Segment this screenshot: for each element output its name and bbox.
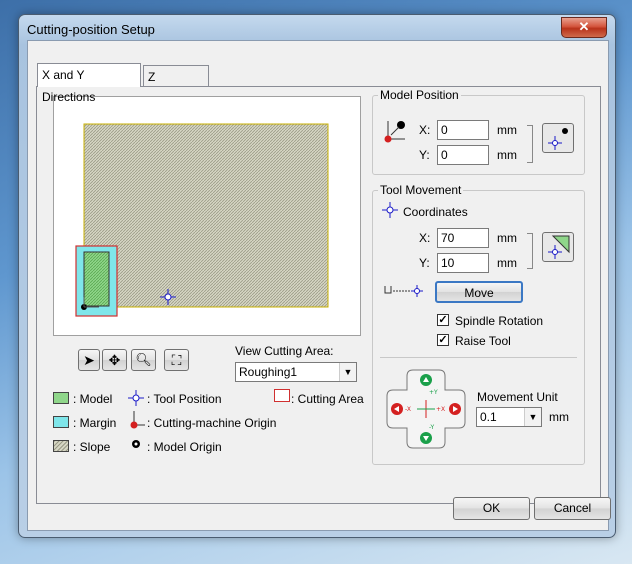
- bracket: [527, 233, 533, 269]
- view-cutting-area-label: View Cutting Area:: [235, 344, 334, 358]
- movement-unit-label: Movement Unit: [477, 390, 558, 404]
- zoom-tool-button[interactable]: 🔍︎: [131, 349, 156, 371]
- tool-x-input[interactable]: 70: [437, 228, 489, 248]
- legend-machine-origin: : Cutting-machine Origin: [147, 416, 277, 430]
- jog-pad[interactable]: +Y -Y -X +X: [385, 368, 467, 450]
- slope-swatch: [53, 440, 69, 452]
- tab-z-direction[interactable]: Z Direction: [143, 65, 209, 106]
- jog-down-label: -Y: [429, 424, 434, 431]
- view-cutting-area-select[interactable]: Roughing1 ▼: [235, 362, 357, 382]
- machine-origin-icon: [130, 411, 145, 429]
- separator: [380, 357, 577, 358]
- tool-movement-title: Tool Movement: [378, 183, 464, 197]
- tool-to-corner-icon: [548, 235, 570, 259]
- select-tool-button[interactable]: ➤: [78, 349, 100, 371]
- preview-canvas[interactable]: [53, 96, 361, 336]
- close-button[interactable]: ✕: [561, 17, 607, 38]
- dialog-window: Cutting-position Setup ✕ X and Y Directi…: [18, 14, 616, 538]
- legend-model: : Model: [73, 392, 113, 406]
- set-origin-icon: [548, 128, 568, 150]
- dialog-client: X and Y Directions Z Direction: [27, 40, 611, 531]
- chevron-down-icon: ▼: [339, 363, 356, 381]
- model-x-input[interactable]: 0: [437, 120, 489, 140]
- model-y-input[interactable]: 0: [437, 145, 489, 165]
- preview-drawing: [75, 123, 329, 317]
- cutting-area-swatch: [274, 389, 290, 402]
- spindle-rotation-checkbox[interactable]: ✓: [437, 314, 449, 326]
- movement-unit-mm: mm: [549, 410, 569, 424]
- movement-unit-value: 0.1: [480, 410, 497, 424]
- bracket: [527, 125, 533, 163]
- jog-left-label: -X: [405, 406, 411, 413]
- tool-x-unit: mm: [497, 231, 517, 245]
- model-y-unit: mm: [497, 148, 517, 162]
- tab-panel: ➤ ✥ 🔍︎ ⛶ View Cutting Area: Roughing1 ▼ …: [36, 86, 601, 504]
- slope-area: [83, 123, 329, 308]
- zoom-fit-button[interactable]: ⛶: [164, 349, 189, 371]
- model-x-unit: mm: [497, 123, 517, 137]
- coordinates-label: Coordinates: [403, 205, 468, 219]
- tool-position-icon: [128, 390, 144, 406]
- model-origin-icon: [132, 440, 140, 448]
- view-cutting-area-value: Roughing1: [239, 365, 298, 379]
- tool-y-unit: mm: [497, 256, 517, 270]
- tool-move-icon: [384, 285, 423, 297]
- movement-unit-select[interactable]: 0.1 ▼: [476, 407, 542, 427]
- tab-xy-directions[interactable]: X and Y Directions: [37, 63, 141, 104]
- zoom-fit-icon: ⛶: [171, 352, 182, 368]
- legend-cutting-area: : Cutting Area: [291, 392, 364, 406]
- tool-x-label: X:: [419, 231, 431, 245]
- model-x-label: X:: [419, 123, 431, 137]
- coordinates-icon: [382, 202, 398, 218]
- model-position-title: Model Position: [378, 88, 461, 102]
- legend-model-origin: : Model Origin: [147, 440, 222, 454]
- set-tool-position-button[interactable]: [542, 232, 574, 262]
- jog-up-label: +Y: [429, 389, 438, 396]
- tool-y-label: Y:: [419, 256, 430, 270]
- raise-tool-label: Raise Tool: [455, 334, 511, 348]
- chevron-down-icon: ▼: [524, 408, 541, 426]
- model-y-label: Y:: [419, 148, 430, 162]
- model-area: [83, 251, 110, 307]
- legend-tool-position: : Tool Position: [147, 392, 222, 406]
- window-title: Cutting-position Setup: [27, 22, 155, 37]
- magnifier-icon: 🔍︎: [135, 352, 152, 367]
- jog-right-label: +X: [436, 406, 445, 413]
- legend-margin: : Margin: [73, 416, 117, 430]
- model-position-icon: [384, 121, 405, 143]
- move-arrows-icon: ✥: [108, 352, 121, 368]
- pan-tool-button[interactable]: ✥: [102, 349, 127, 371]
- spindle-rotation-label: Spindle Rotation: [455, 314, 544, 328]
- move-button[interactable]: Move: [435, 281, 523, 303]
- set-model-position-button[interactable]: [542, 123, 574, 153]
- raise-tool-checkbox[interactable]: ✓: [437, 334, 449, 346]
- model-swatch: [53, 392, 69, 404]
- ok-button[interactable]: OK: [453, 497, 530, 520]
- legend-slope: : Slope: [73, 440, 111, 454]
- tool-y-input[interactable]: 10: [437, 253, 489, 273]
- arrow-pointer-icon: ➤: [83, 352, 95, 368]
- cancel-button[interactable]: Cancel: [534, 497, 611, 520]
- margin-swatch: [53, 416, 69, 428]
